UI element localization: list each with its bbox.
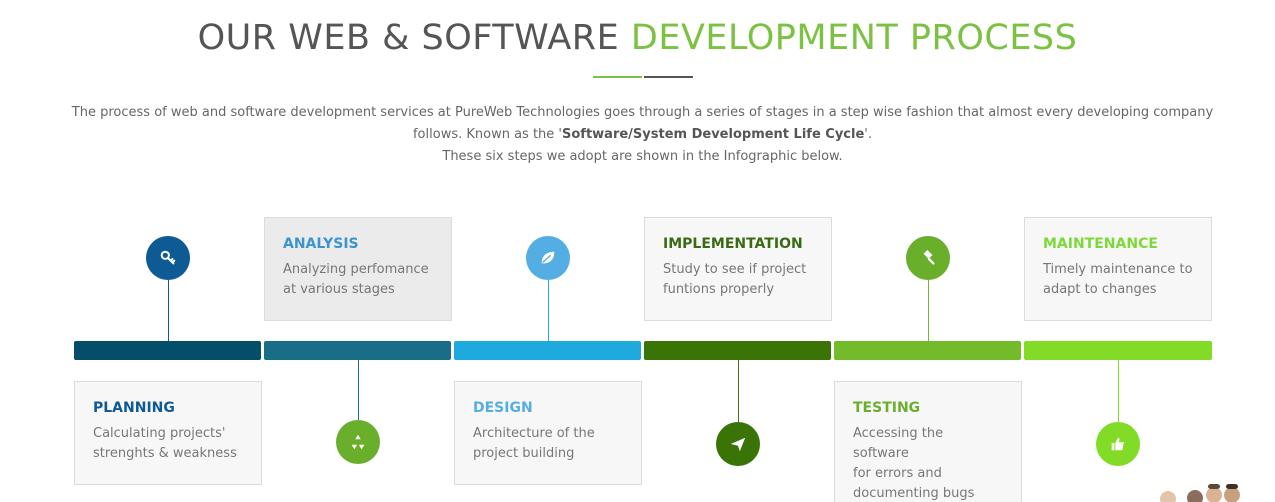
implementation-connector [738, 360, 739, 422]
testing-description: Accessing the software for errors and do… [853, 424, 1003, 502]
analysis-desc-line2: at various stages [283, 282, 395, 297]
team-photo-image [1160, 484, 1240, 502]
timeline-segment-implementation [644, 341, 831, 360]
intro-bold: Software/System Development Life Cycle [562, 127, 865, 142]
testing-title: TESTING [853, 400, 921, 416]
planning-card: PLANNING Calculating projects' strenghts… [74, 381, 262, 485]
timeline-segment-planning [74, 341, 261, 360]
intro-line1-end: '. [864, 127, 873, 142]
thumbs-up-icon [1111, 437, 1125, 451]
testing-desc-line3: documenting bugs [853, 486, 975, 501]
timeline-segment-analysis [264, 341, 451, 360]
analysis-card: ANALYSIS Analyzing perfomance at various… [264, 217, 452, 321]
analysis-desc-line1: Analyzing perfomance [283, 262, 429, 277]
key-icon [160, 250, 176, 265]
maintenance-icon-circle [1096, 422, 1140, 466]
title-divider-green [593, 76, 642, 78]
planning-desc-line2: strenghts & weakness [93, 446, 237, 461]
planning-title: PLANNING [93, 400, 175, 416]
testing-connector [928, 280, 929, 341]
maintenance-description: Timely maintenance to adapt to changes [1043, 260, 1193, 300]
implementation-title: IMPLEMENTATION [663, 236, 803, 252]
title-accent: DEVELOPMENT PROCESS [630, 18, 1078, 58]
analysis-title: ANALYSIS [283, 236, 359, 252]
maintenance-card: MAINTENANCE Timely maintenance to adapt … [1024, 217, 1212, 321]
implementation-description: Study to see if project funtions properl… [663, 260, 813, 300]
implementation-desc-line1: Study to see if project [663, 262, 807, 277]
implementation-card: IMPLEMENTATION Study to see if project f… [644, 217, 832, 321]
planning-description: Calculating projects' strenghts & weakne… [93, 424, 243, 464]
title-main: OUR WEB & SOFTWARE [197, 18, 620, 58]
gavel-icon [923, 249, 935, 265]
testing-desc-line2: for errors and [853, 466, 942, 481]
timeline-segment-design [454, 341, 641, 360]
leaf-icon [541, 251, 555, 264]
design-connector [548, 280, 549, 341]
title-divider-dark [644, 76, 693, 78]
maintenance-desc-line1: Timely maintenance to [1043, 262, 1193, 277]
design-icon-circle [526, 236, 570, 280]
maintenance-title: MAINTENANCE [1043, 236, 1158, 252]
implementation-icon-circle [716, 422, 760, 466]
design-description: Architecture of the project building [473, 424, 623, 464]
maintenance-connector [1118, 360, 1119, 422]
design-card: DESIGN Architecture of the project build… [454, 381, 642, 485]
paper-plane-icon [730, 437, 746, 452]
planning-connector [168, 280, 169, 341]
design-title: DESIGN [473, 400, 533, 416]
design-desc-line1: Architecture of the [473, 426, 595, 441]
planning-icon-circle [146, 236, 190, 280]
intro-text: The process of web and software developm… [70, 102, 1215, 168]
analysis-description: Analyzing perfomance at various stages [283, 260, 433, 300]
planning-desc-line1: Calculating projects' [93, 426, 226, 441]
testing-desc-line1: Accessing the software [853, 426, 944, 461]
implementation-desc-line2: funtions properly [663, 282, 775, 297]
intro-line2: These six steps we adopt are shown in th… [442, 149, 843, 164]
testing-card: TESTING Accessing the software for error… [834, 381, 1022, 502]
timeline-segment-testing [834, 341, 1021, 360]
design-desc-line2: project building [473, 446, 575, 461]
analysis-icon-circle [336, 420, 380, 464]
timeline-segment-maintenance [1024, 341, 1212, 360]
analysis-connector [358, 360, 359, 420]
maintenance-desc-line2: adapt to changes [1043, 282, 1157, 297]
testing-icon-circle [906, 236, 950, 280]
recycle-icon [351, 434, 365, 450]
page-title: OUR WEB & SOFTWARE DEVELOPMENT PROCESS [0, 18, 1275, 58]
